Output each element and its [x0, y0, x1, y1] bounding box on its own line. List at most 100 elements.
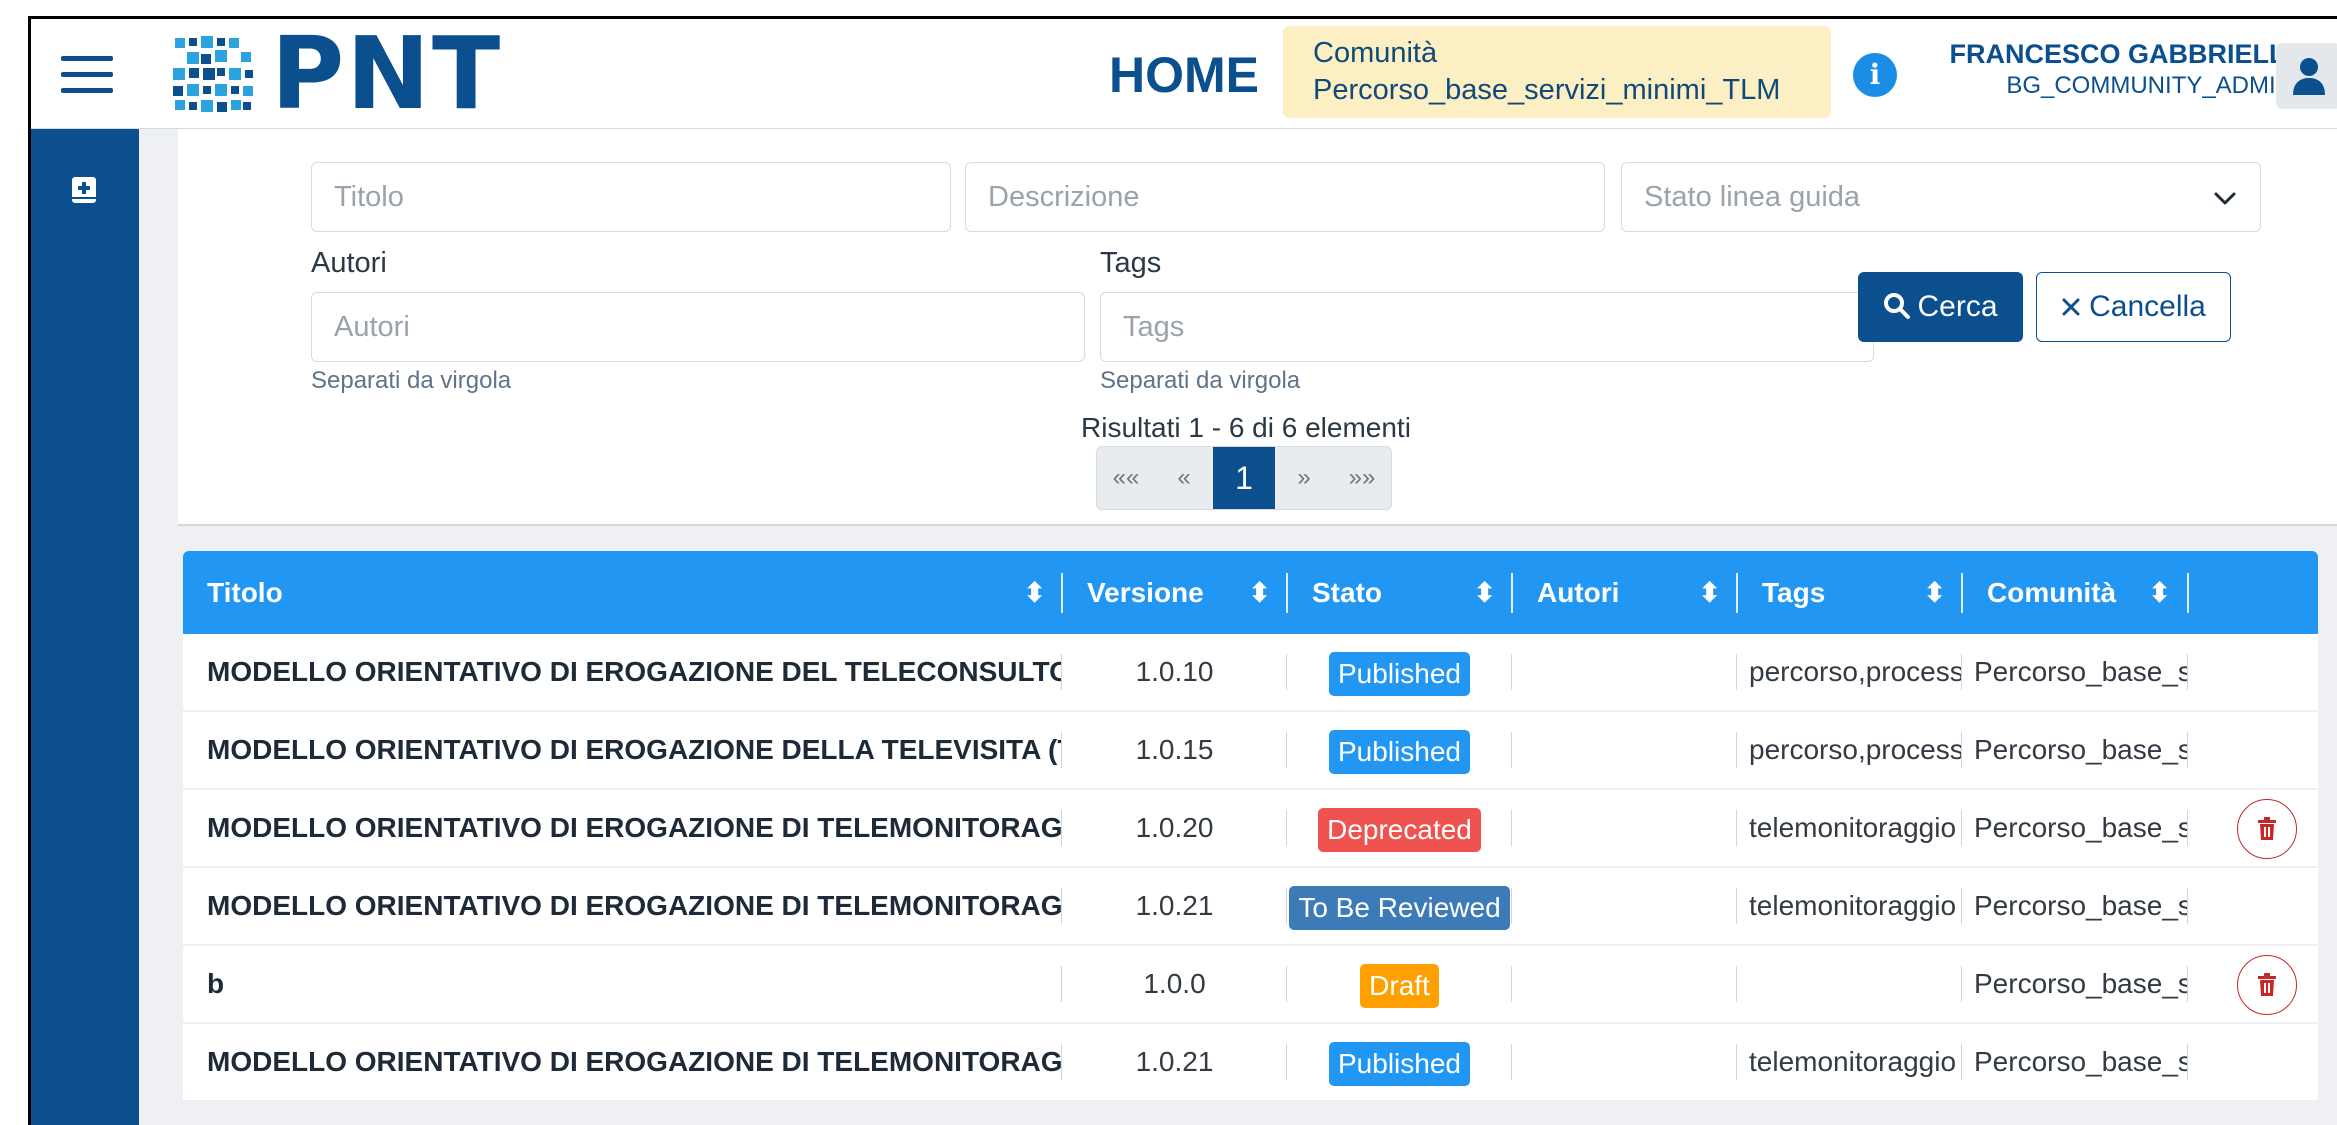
sort-icon[interactable]: ⬍	[1473, 551, 1496, 634]
cell-status: Published	[1287, 1024, 1512, 1100]
search-button[interactable]: Cerca	[1858, 272, 2023, 342]
status-badge: Published	[1329, 729, 1470, 774]
cell-tags	[1749, 946, 1961, 1022]
column-header-tags[interactable]: Tags	[1762, 551, 1825, 634]
guidelines-table: Titolo ⬍ Versione ⬍ Stato ⬍ Autori ⬍ Tag…	[183, 551, 2318, 1102]
page-next-button[interactable]: »	[1275, 447, 1333, 509]
header-divider	[1061, 573, 1063, 613]
column-header-versione[interactable]: Versione	[1087, 551, 1204, 634]
table-row[interactable]: b 1.0.0 Draft Percorso_base_servizi	[183, 946, 2318, 1024]
community-value: Percorso_base_servizi_minimi_TLM	[1313, 74, 1781, 106]
cell-community: Percorso_base_servizi	[1974, 812, 2187, 843]
table-row[interactable]: MODELLO ORIENTATIVO DI EROGAZIONE DELLA …	[183, 712, 2318, 790]
info-icon[interactable]: i	[1853, 53, 1897, 97]
column-header-comunita[interactable]: Comunità	[1987, 551, 2116, 634]
results-count: Risultati 1 - 6 di 6 elementi	[1081, 412, 1411, 443]
cancel-button[interactable]: Cancella	[2036, 272, 2231, 342]
column-header-label: Comunità	[1987, 577, 2117, 608]
cell-community: Percorso_base_servizi	[1974, 890, 2187, 921]
sort-icon[interactable]: ⬍	[2148, 551, 2171, 634]
add-book-icon[interactable]	[69, 175, 99, 205]
delete-button[interactable]	[2237, 799, 2297, 859]
cell-divider	[1511, 732, 1512, 768]
cell-authors	[1523, 868, 1736, 944]
page-current-button[interactable]: 1	[1213, 447, 1275, 509]
cell-authors	[1523, 946, 1736, 1022]
tags-hint: Separati da virgola	[1100, 367, 1301, 394]
cell-tags: percorso,processo	[1749, 734, 1961, 765]
table-row[interactable]: MODELLO ORIENTATIVO DI EROGAZIONE DI TEL…	[183, 868, 2318, 946]
pagination: «« « 1 » »»	[1096, 446, 1392, 510]
cell-tags: telemonitoraggio	[1749, 812, 1957, 843]
top-bar: PNT HOME Comunità Percorso_base_servizi_…	[31, 19, 2337, 129]
user-menu-button[interactable]	[2276, 43, 2337, 109]
cell-status: To Be Reviewed	[1287, 868, 1512, 944]
column-header-label: Titolo	[207, 577, 283, 608]
cell-divider	[1961, 732, 1962, 768]
cell-divider	[1961, 966, 1962, 1002]
cell-divider	[1961, 810, 1962, 846]
trash-icon	[2258, 817, 2276, 840]
logo-text: PNT	[271, 16, 503, 132]
cell-community: Percorso_base_servizi	[1974, 656, 2187, 687]
cell-status: Deprecated	[1287, 790, 1512, 866]
cell-title[interactable]: MODELLO ORIENTATIVO DI EROGAZIONE DI TEL…	[207, 1024, 1062, 1100]
cell-divider	[1511, 888, 1512, 924]
autori-label: Autori	[311, 247, 387, 279]
page-prev-button[interactable]: «	[1155, 447, 1213, 509]
chevron-down-icon	[2214, 192, 2236, 205]
cell-divider	[1961, 654, 1962, 690]
titolo-input[interactable]: Titolo	[311, 162, 951, 232]
table-row[interactable]: MODELLO ORIENTATIVO DI EROGAZIONE DI TEL…	[183, 790, 2318, 868]
header-divider	[1511, 573, 1513, 613]
cell-version: 1.0.15	[1135, 734, 1214, 765]
delete-button[interactable]	[2237, 955, 2297, 1015]
cell-divider	[1736, 810, 1737, 846]
hamburger-icon[interactable]	[61, 56, 113, 94]
autori-input[interactable]: Autori	[311, 292, 1085, 362]
cell-community: Percorso_base_servizi	[1974, 734, 2187, 765]
table-row[interactable]: MODELLO ORIENTATIVO DI EROGAZIONE DEL TE…	[183, 634, 2318, 712]
column-header-autori[interactable]: Autori	[1537, 551, 1619, 634]
cell-divider	[2187, 732, 2188, 768]
table-row[interactable]: MODELLO ORIENTATIVO DI EROGAZIONE DI TEL…	[183, 1024, 2318, 1102]
cell-title[interactable]: MODELLO ORIENTATIVO DI EROGAZIONE DI TEL…	[207, 790, 1062, 866]
column-header-titolo[interactable]: Titolo	[207, 551, 283, 634]
cell-divider	[1511, 1044, 1512, 1080]
status-badge: To Be Reviewed	[1289, 885, 1510, 930]
table-body: MODELLO ORIENTATIVO DI EROGAZIONE DEL TE…	[183, 634, 2318, 1102]
column-header-stato[interactable]: Stato	[1312, 551, 1382, 634]
cell-divider	[1736, 966, 1737, 1002]
logo[interactable]: PNT	[171, 24, 502, 124]
app-frame: PNT HOME Comunità Percorso_base_servizi_…	[28, 16, 2337, 1125]
cell-divider	[1511, 966, 1512, 1002]
sort-icon[interactable]: ⬍	[1248, 551, 1271, 634]
status-badge: Published	[1329, 651, 1470, 696]
stato-select[interactable]: Stato linea guida	[1621, 162, 2261, 232]
close-icon	[2062, 298, 2080, 316]
user-role: BG_COMMUNITY_ADMIN	[2006, 72, 2293, 99]
cell-authors	[1523, 634, 1736, 710]
sort-icon[interactable]: ⬍	[1023, 551, 1046, 634]
cell-title[interactable]: b	[207, 946, 1062, 1022]
search-icon	[1884, 293, 1911, 319]
cell-status: Draft	[1287, 946, 1512, 1022]
column-header-label: Autori	[1537, 577, 1620, 608]
column-header-label: Versione	[1087, 577, 1204, 608]
cell-title[interactable]: MODELLO ORIENTATIVO DI EROGAZIONE DI TEL…	[207, 868, 1062, 944]
cell-divider	[1736, 888, 1737, 924]
user-info: FRANCESCO GABBRIELLI BG_COMMUNITY_ADMIN	[1911, 37, 2294, 101]
sort-icon[interactable]: ⬍	[1698, 551, 1721, 634]
page-last-button[interactable]: »»	[1333, 447, 1391, 509]
descrizione-input[interactable]: Descrizione	[965, 162, 1605, 232]
tags-input[interactable]: Tags	[1100, 292, 1874, 362]
stato-select-value: Stato linea guida	[1644, 181, 1861, 213]
cell-divider	[1736, 1044, 1737, 1080]
sort-icon[interactable]: ⬍	[1923, 551, 1946, 634]
cell-title[interactable]: MODELLO ORIENTATIVO DI EROGAZIONE DELLA …	[207, 712, 1062, 788]
cell-title[interactable]: MODELLO ORIENTATIVO DI EROGAZIONE DEL TE…	[207, 634, 1062, 710]
cell-divider	[2187, 810, 2188, 846]
page-first-button[interactable]: ««	[1097, 447, 1155, 509]
user-icon	[2293, 58, 2325, 95]
page-title: HOME	[1109, 47, 1259, 103]
